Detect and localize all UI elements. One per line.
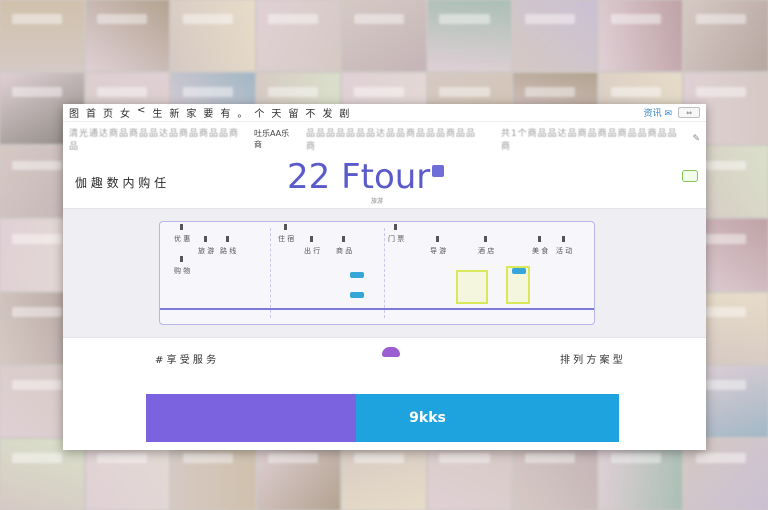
info-center-text[interactable]: 吐乐AA乐商 bbox=[254, 128, 296, 150]
diagram-node-marker bbox=[180, 224, 183, 230]
diagram-node-marker bbox=[394, 224, 397, 230]
cta-bar: 9kks bbox=[146, 394, 619, 442]
diagram-node-label[interactable]: 商 品 bbox=[336, 246, 352, 256]
info-left-text: 清光通达商品商品品达品商品商品品商品 bbox=[69, 129, 240, 152]
hero-header: 伽 趣 数 内 购 任 22 Ftour 旅游 bbox=[63, 156, 706, 208]
background-thumbnail bbox=[513, 0, 597, 72]
background-thumbnail bbox=[85, 0, 170, 72]
top-menu-item[interactable]: 天 bbox=[271, 105, 282, 120]
cta-right-button[interactable]: 9kks bbox=[356, 394, 619, 442]
info-top-center-text: 品品品品品品品达品品商品品品商品品商 bbox=[305, 129, 476, 152]
diagram-node-marker bbox=[284, 224, 287, 230]
diagram-node-marker bbox=[226, 236, 229, 242]
logo-badge-icon bbox=[432, 165, 445, 177]
diagram-node-label[interactable]: 导 游 bbox=[430, 246, 446, 256]
diagram-action-button[interactable] bbox=[350, 272, 364, 278]
top-menu-bar: 图首页女 < 生新家要有。个天留不发剧 资讯 ✉ ⇔ bbox=[63, 104, 706, 122]
diagram-divider bbox=[270, 228, 271, 318]
cart-button[interactable] bbox=[682, 170, 698, 182]
top-menu-item[interactable]: 发 bbox=[322, 105, 333, 120]
background-thumbnail bbox=[427, 0, 512, 72]
diagram-node-marker bbox=[310, 236, 313, 242]
top-menu-item[interactable]: 个 bbox=[254, 105, 265, 120]
background-thumbnail bbox=[342, 0, 426, 72]
diagram-node-marker bbox=[538, 236, 541, 242]
diagram-node-marker bbox=[342, 236, 345, 242]
top-menu: 图首页女 < 生新家要有。个天留不发剧 bbox=[69, 105, 350, 120]
diagram-action-button[interactable] bbox=[350, 292, 364, 298]
logo-subtitle: 旅游 bbox=[371, 198, 384, 205]
top-menu-item[interactable]: 生 bbox=[152, 105, 163, 120]
diagram-node-marker bbox=[562, 236, 565, 242]
edit-icon[interactable]: ✎ bbox=[692, 134, 700, 144]
route-diagram: 优 惠旅 游路 线购 物 住 宿出 行 商 品 门 票导 游 酒 店 美 食活 动 bbox=[159, 221, 595, 325]
diagram-action-button[interactable] bbox=[512, 268, 526, 274]
diagram-node-label[interactable]: 优 惠 bbox=[174, 234, 190, 244]
top-menu-item[interactable]: 剧 bbox=[339, 105, 350, 120]
cta-left-button[interactable] bbox=[146, 394, 356, 442]
top-menu-item[interactable]: 。 bbox=[237, 105, 248, 120]
top-menu-item[interactable]: 女 bbox=[120, 105, 131, 120]
site-name: 伽 趣 数 内 购 任 bbox=[75, 175, 167, 190]
footer-left-text[interactable]: # 享 受 服 务 bbox=[155, 351, 216, 366]
highlight-box[interactable] bbox=[456, 270, 488, 304]
diagram-node-label[interactable]: 酒 店 bbox=[478, 246, 494, 256]
top-menu-item[interactable]: 页 bbox=[103, 105, 114, 120]
top-menu-item[interactable]: 家 bbox=[186, 105, 197, 120]
diagram-node-label[interactable]: 路 线 bbox=[220, 246, 236, 256]
footer-right-text[interactable]: 排 列 方 案 型 bbox=[560, 351, 623, 366]
diagram-node-label[interactable]: 活 动 bbox=[556, 246, 572, 256]
background-thumbnail bbox=[256, 0, 341, 72]
hat-icon bbox=[382, 347, 400, 357]
diagram-node-marker bbox=[436, 236, 439, 242]
diagram-node-marker bbox=[204, 236, 207, 242]
top-menu-item[interactable]: 要 bbox=[203, 105, 214, 120]
background-thumbnail bbox=[171, 0, 255, 72]
diagram-divider bbox=[384, 228, 385, 318]
top-menu-item[interactable]: 图 bbox=[69, 105, 80, 120]
top-menu-item[interactable]: < bbox=[137, 105, 146, 120]
top-right-link[interactable]: 资讯 ✉ bbox=[644, 106, 672, 119]
top-menu-item[interactable]: 留 bbox=[288, 105, 299, 120]
window-control-button[interactable]: ⇔ bbox=[678, 107, 700, 118]
diagram-node-label[interactable]: 门 票 bbox=[388, 234, 404, 244]
top-menu-item[interactable]: 首 bbox=[86, 105, 97, 120]
brand-logo[interactable]: 22 Ftour bbox=[287, 157, 445, 197]
route-diagram-area: 优 惠旅 游路 线购 物 住 宿出 行 商 品 门 票导 游 酒 店 美 食活 动 bbox=[63, 208, 706, 338]
background-thumbnail bbox=[684, 0, 768, 72]
diagram-node-label[interactable]: 旅 游 bbox=[198, 246, 214, 256]
diagram-timeline bbox=[160, 308, 594, 310]
info-right-text: 共1个商品品达品商品商品商品品商品品商 bbox=[500, 129, 678, 152]
info-row: 清光通达商品商品品达品商品商品品商品 吐乐AA乐商 品品品品品品品达品品商品品品… bbox=[63, 122, 706, 156]
diagram-node-label[interactable]: 美 食 bbox=[532, 246, 548, 256]
footer-row: # 享 受 服 务 排 列 方 案 型 bbox=[63, 338, 706, 376]
cta-right-label: 9kks bbox=[409, 410, 446, 426]
background-thumbnail bbox=[0, 0, 84, 72]
browser-window: 图首页女 < 生新家要有。个天留不发剧 资讯 ✉ ⇔ 清光通达商品商品品达品商品商品… bbox=[63, 104, 706, 450]
top-menu-item[interactable]: 有 bbox=[220, 105, 231, 120]
background-thumbnail bbox=[598, 0, 683, 72]
diagram-node-marker bbox=[484, 236, 487, 242]
top-menu-item[interactable]: 新 bbox=[169, 105, 180, 120]
logo-text: 22 Ftour bbox=[287, 157, 431, 197]
diagram-node-label[interactable]: 购 物 bbox=[174, 266, 190, 276]
top-menu-item[interactable]: 不 bbox=[305, 105, 316, 120]
diagram-node-label[interactable]: 住 宿 bbox=[278, 234, 294, 244]
diagram-node-marker bbox=[180, 256, 183, 262]
diagram-node-label[interactable]: 出 行 bbox=[304, 246, 320, 256]
